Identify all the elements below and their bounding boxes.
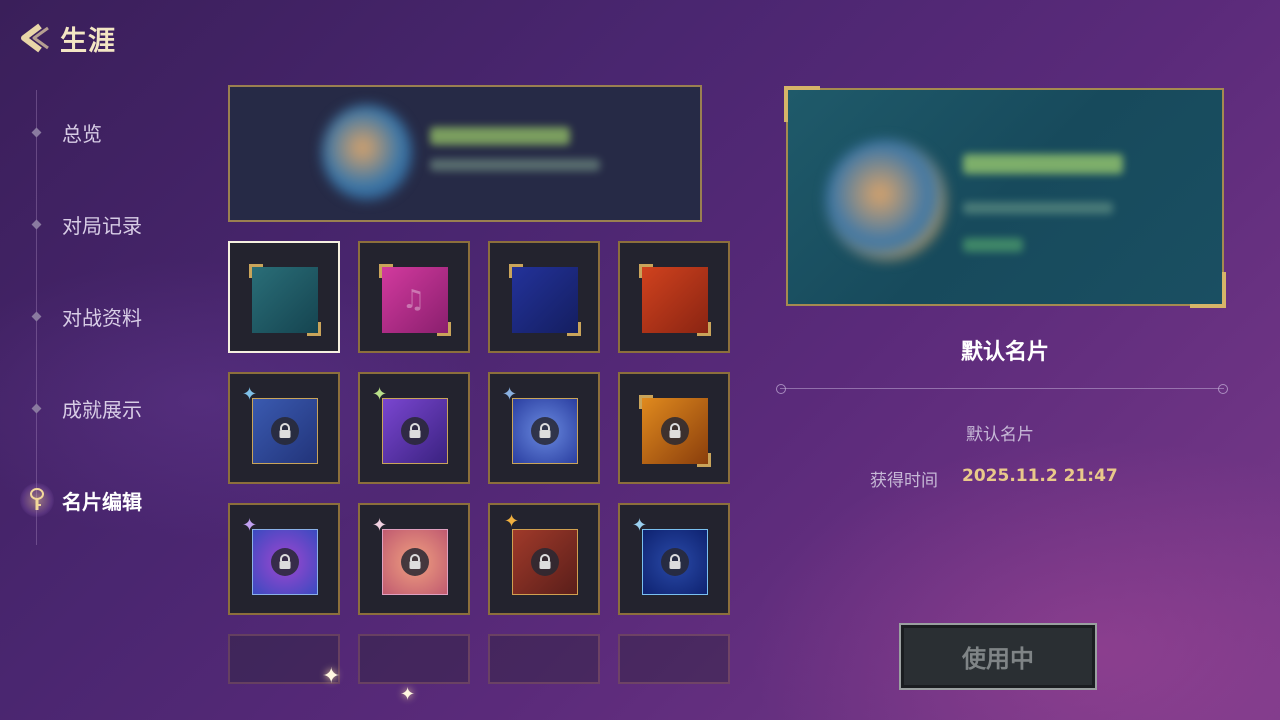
card-tile[interactable] — [488, 241, 600, 353]
avatar — [826, 140, 946, 260]
lock-icon — [401, 417, 429, 445]
card-tile[interactable] — [618, 634, 730, 684]
card-tile-locked[interactable]: ✦ — [618, 503, 730, 615]
card-art — [249, 264, 321, 336]
diamond-icon — [31, 403, 42, 413]
avatar — [322, 105, 412, 200]
sparkle-icon: ✦ — [400, 684, 416, 705]
corner-ornament — [784, 86, 820, 122]
sidebar-item-label: 对战资料 — [62, 305, 142, 330]
card-preview-large — [784, 86, 1226, 308]
gold-ornament-icon: ✦ — [504, 511, 520, 532]
card-tile-locked[interactable]: ✦ — [358, 503, 470, 615]
diamond-icon — [31, 219, 42, 229]
in-use-button[interactable]: 使用中 — [899, 623, 1097, 690]
sidebar-item-battle-stats[interactable]: 对战资料 — [20, 296, 190, 336]
card-art — [642, 529, 708, 595]
lock-icon — [401, 548, 429, 576]
card-tile[interactable] — [358, 634, 470, 684]
lock-icon — [661, 548, 689, 576]
card-tile-locked[interactable]: ✦ — [358, 372, 470, 484]
blurred-info — [430, 159, 600, 171]
lock-icon — [271, 417, 299, 445]
music-note-icon: ♫ — [402, 285, 426, 315]
card-tile-locked[interactable]: ✦ — [228, 372, 340, 484]
lock-icon — [531, 548, 559, 576]
card-art — [639, 264, 711, 336]
card-preview-small — [228, 85, 702, 222]
card-art — [382, 398, 448, 464]
card-art: ♫ — [379, 264, 451, 336]
card-art — [509, 264, 581, 336]
divider — [776, 384, 1228, 394]
sidebar: 总览 对局记录 对战资料 成就展示 名片编辑 — [20, 90, 190, 550]
time-value: 2025.11.2 21:47 — [962, 466, 1118, 486]
sidebar-item-label: 总览 — [62, 121, 102, 146]
blurred-info — [963, 202, 1113, 214]
card-tile[interactable] — [618, 241, 730, 353]
sidebar-item-achievements[interactable]: 成就展示 — [20, 388, 190, 428]
sidebar-item-overview[interactable]: 总览 — [20, 112, 190, 152]
cat-ornament-icon: ✦ — [242, 515, 258, 536]
chevron-left-icon — [21, 23, 49, 53]
sidebar-item-label: 名片编辑 — [62, 489, 142, 514]
header: 生涯 — [14, 18, 116, 58]
acquired-time-row: 获得时间 2025.11.2 21:47 — [870, 466, 1118, 491]
diamond-icon — [31, 127, 42, 137]
key-icon — [20, 483, 54, 517]
page-title: 生涯 — [60, 25, 116, 57]
card-art — [252, 529, 318, 595]
blurred-name — [963, 154, 1123, 174]
card-tile[interactable] — [228, 241, 340, 353]
cat-ornament-icon: ✦ — [242, 384, 258, 405]
lock-icon — [661, 417, 689, 445]
sidebar-item-card-edit[interactable]: 名片编辑 — [20, 480, 190, 520]
back-button[interactable] — [14, 18, 54, 58]
lock-icon — [531, 417, 559, 445]
card-name: 默认名片 — [960, 340, 1049, 365]
cat-ornament-icon: ✦ — [372, 384, 388, 405]
card-tile-locked[interactable] — [618, 372, 730, 484]
card-tile[interactable]: ♫ — [358, 241, 470, 353]
card-grid: ♫ ✦ ✦ ✦ ✦ ✦ ✦ ✦ — [228, 241, 733, 691]
card-tile-locked[interactable]: ✦ — [488, 503, 600, 615]
sidebar-item-label: 成就展示 — [62, 397, 142, 422]
card-tile-locked[interactable]: ✦ — [228, 503, 340, 615]
sidebar-item-match-history[interactable]: 对局记录 — [20, 204, 190, 244]
blurred-name — [430, 127, 570, 145]
card-art — [512, 529, 578, 595]
card-art — [512, 398, 578, 464]
card-art — [252, 398, 318, 464]
card-tile[interactable] — [488, 634, 600, 684]
sidebar-item-label: 对局记录 — [62, 213, 142, 238]
card-art — [382, 529, 448, 595]
cat-ornament-icon: ✦ — [632, 515, 648, 536]
corner-ornament — [1190, 272, 1226, 308]
lock-icon — [271, 548, 299, 576]
card-art — [639, 395, 711, 467]
cat-ornament-icon: ✦ — [502, 384, 518, 405]
fox-ornament-icon: ✦ — [372, 515, 388, 536]
blurred-badge — [963, 238, 1023, 252]
diamond-icon — [31, 311, 42, 321]
card-description: 默认名片 — [966, 425, 1034, 445]
time-label: 获得时间 — [870, 471, 938, 491]
card-tile-locked[interactable]: ✦ — [488, 372, 600, 484]
sparkle-icon: ✦ — [322, 664, 341, 689]
